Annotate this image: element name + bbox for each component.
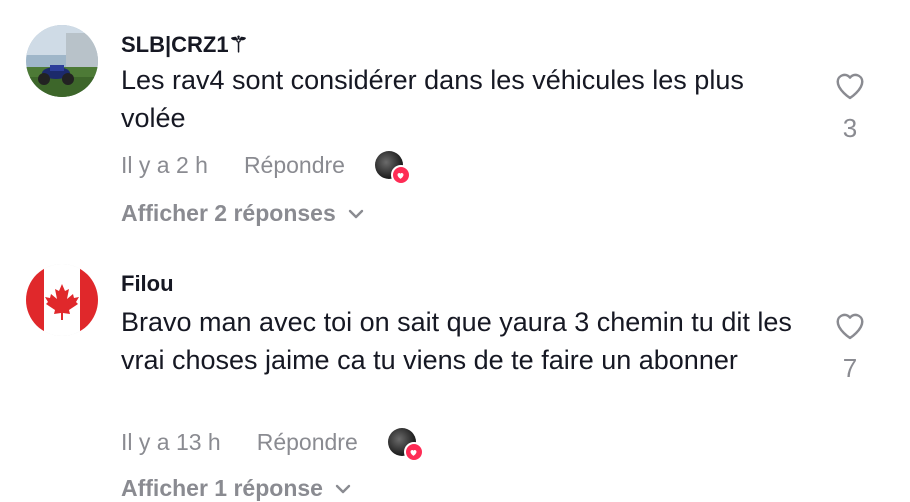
chevron-down-icon — [348, 209, 363, 218]
creator-liked-badge — [374, 151, 411, 185]
like-count: 3 — [842, 113, 858, 143]
avatar[interactable] — [26, 25, 98, 97]
view-replies-label: Afficher 2 réponses — [121, 200, 336, 226]
avatar-photo-icon — [26, 25, 98, 97]
timestamp: Il y a 13 h — [121, 428, 221, 455]
avatar[interactable] — [26, 264, 98, 336]
reply-button[interactable]: Répondre — [244, 152, 345, 179]
heart-icon[interactable] — [833, 310, 867, 340]
like-control[interactable]: 7 — [830, 310, 870, 384]
view-replies-button[interactable]: Afficher 2 réponses — [121, 200, 364, 227]
comment-text: Bravo man avec toi on sait que yaura 3 c… — [121, 307, 792, 375]
comment-meta: Il y a 13 h Répondre — [121, 428, 424, 462]
reply-button[interactable]: Répondre — [257, 429, 358, 456]
heart-badge-icon — [403, 442, 424, 462]
view-replies-label: Afficher 1 réponse — [121, 475, 323, 501]
creator-liked-badge — [387, 428, 424, 462]
like-control[interactable]: 3 — [830, 70, 870, 144]
comment-meta: Il y a 2 h Répondre — [121, 151, 411, 185]
view-replies-button[interactable]: Afficher 1 réponse — [121, 475, 351, 502]
timestamp: Il y a 2 h — [121, 151, 208, 178]
chevron-down-icon — [335, 484, 351, 493]
username[interactable]: SLB|CRZ1⚚ — [121, 32, 248, 58]
comment-text: Les rav4 sont considérer dans les véhicu… — [121, 65, 744, 133]
like-count: 7 — [842, 353, 858, 383]
heart-icon[interactable] — [833, 70, 867, 100]
username[interactable]: Filou — [121, 271, 174, 297]
canada-flag-avatar-icon — [26, 264, 98, 336]
heart-badge-icon — [390, 165, 411, 185]
